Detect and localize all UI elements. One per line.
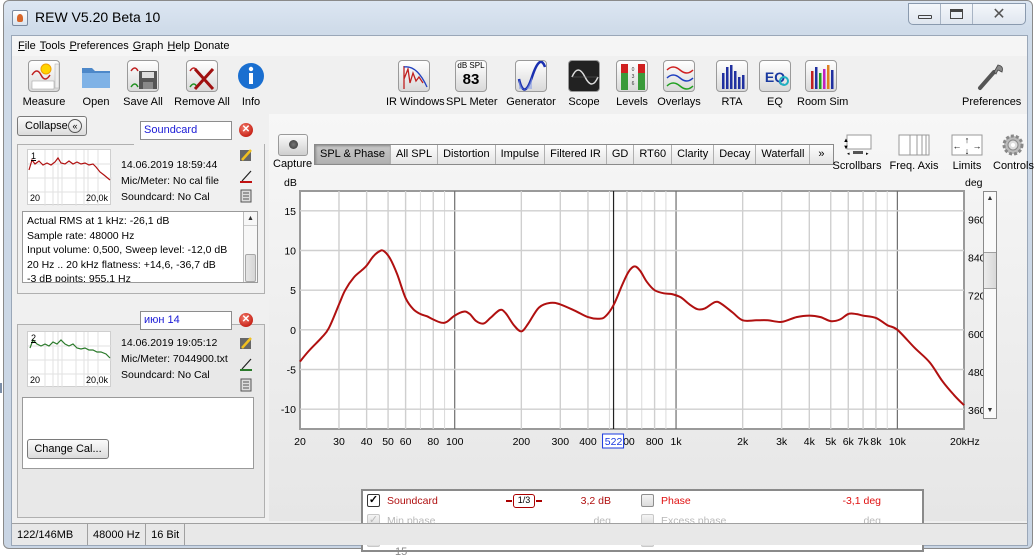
x-tick-label: 8k <box>870 436 882 448</box>
y-tick-label: 10 <box>284 246 296 258</box>
x-tick-label: 20 <box>294 436 306 448</box>
x-tick-label: 30 <box>333 436 345 448</box>
x-tick-label: 100 <box>446 436 464 448</box>
x-tick-label: 6k <box>843 436 855 448</box>
cursor-readout: 522 <box>605 436 623 448</box>
app-window: REW V5.20 Beta 10 ✕ File Tools Preferences… <box>3 0 1034 552</box>
scroll-thumb[interactable] <box>984 252 996 289</box>
x-tick-label: 7k <box>858 436 870 448</box>
y-tick-label: 0 <box>290 325 296 337</box>
x-tick-label: 800 <box>646 436 664 448</box>
stray-mark <box>0 383 2 393</box>
stray-text: 15 <box>395 546 408 558</box>
x-tick-label: 60 <box>400 436 412 448</box>
x-tick-label: 40 <box>361 436 373 448</box>
x-tick-label: 20kHz <box>950 436 980 448</box>
y-axis-label: dB <box>284 177 297 189</box>
y-tick-label: 15 <box>284 206 296 218</box>
x-tick-label: 200 <box>513 436 531 448</box>
x-tick-label: 5k <box>825 436 837 448</box>
x-tick-label: 3k <box>776 436 788 448</box>
plot-area[interactable] <box>299 190 965 430</box>
x-tick-label: 300 <box>552 436 570 448</box>
y2-axis-label: deg <box>965 177 983 189</box>
x-tick-label: 80 <box>427 436 439 448</box>
scroll-down-icon[interactable]: ▼ <box>984 404 996 418</box>
scroll-up-icon[interactable]: ▲ <box>984 192 996 206</box>
x-tick-label: 10k <box>889 436 907 448</box>
graph-vertical-scrollbar[interactable]: ▲ ▼ <box>983 191 997 419</box>
x-tick-label: 1k <box>670 436 682 448</box>
y-tick-label: -10 <box>281 404 296 416</box>
y-tick-label: 5 <box>290 285 296 297</box>
x-tick-label: 00 <box>623 436 635 448</box>
x-tick-label: 4k <box>804 436 816 448</box>
x-tick-label: 2k <box>737 436 749 448</box>
spl-phase-chart[interactable]: 20 30 40 50 60 80 100 200 300 400 800 1k 2k 3k 4k 5k 6k 7… <box>1 1 1035 554</box>
y-tick-label: -5 <box>287 365 296 377</box>
x-tick-label: 400 <box>579 436 597 448</box>
x-tick-label: 50 <box>382 436 394 448</box>
